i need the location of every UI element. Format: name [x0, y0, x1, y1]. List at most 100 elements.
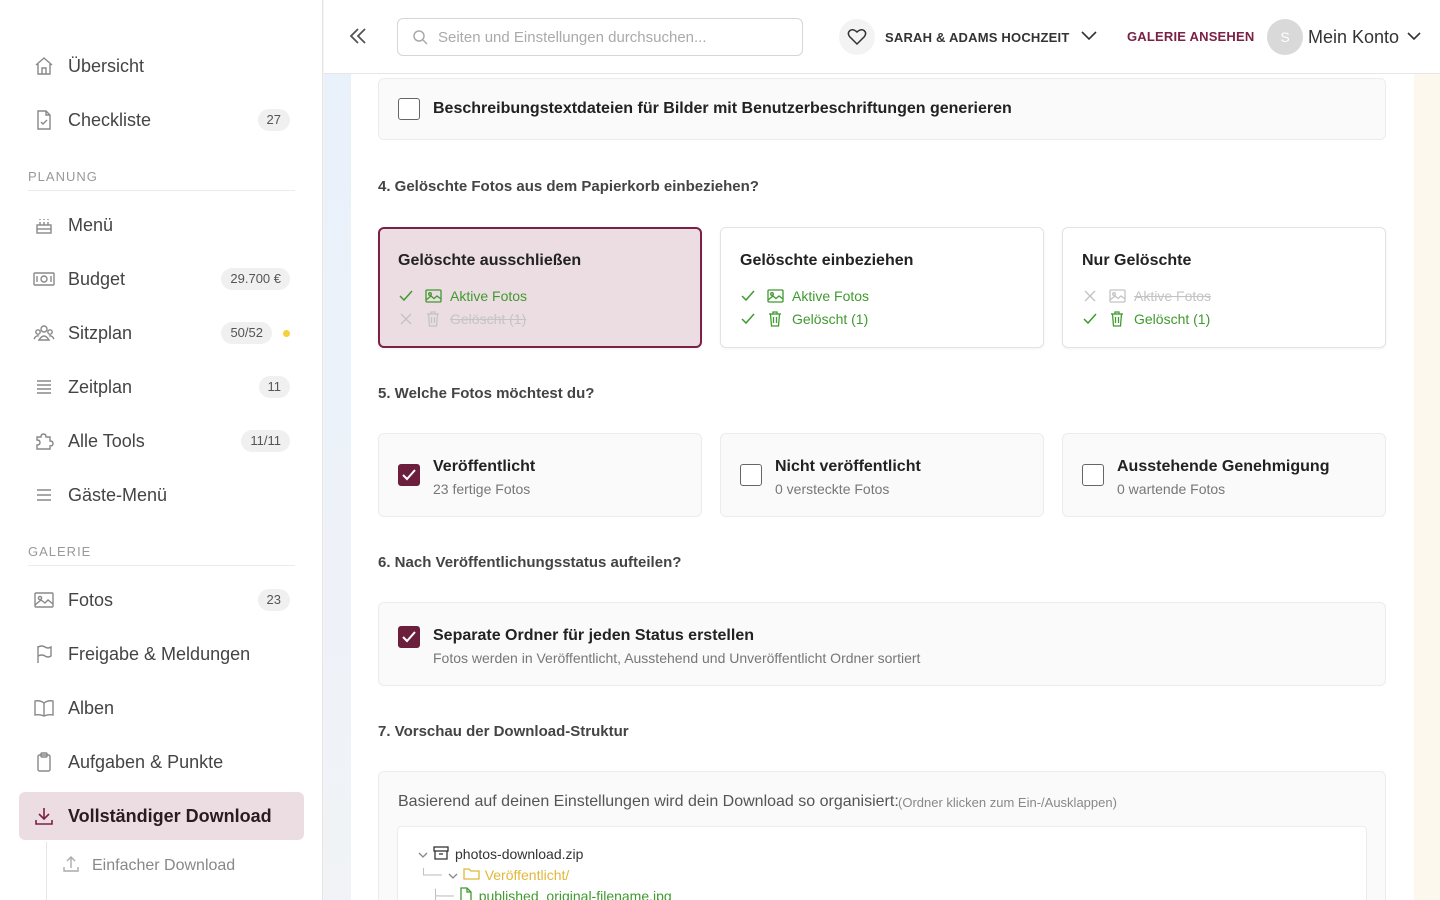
filter-pending[interactable]: Ausstehende Genehmigung 0 wartende Fotos	[1062, 433, 1386, 517]
check-icon	[398, 290, 414, 302]
divider	[28, 190, 295, 191]
sidebar-item-label: Menü	[68, 214, 114, 235]
count-badge: 11/11	[241, 430, 290, 452]
sidebar-item-label: Aufgaben & Punkte	[68, 751, 224, 772]
option-only-deleted[interactable]: Nur Gelöschte Aktive Fotos Gelöscht (1)	[1062, 227, 1386, 348]
tree-label: Veröffentlicht/	[484, 867, 570, 883]
option-exclude-deleted[interactable]: Gelöschte ausschließen Aktive Fotos Gelö…	[378, 227, 702, 348]
tree-file: ├── published_original-filename.jpg	[432, 886, 672, 900]
sidebar-item-alben[interactable]: Alben	[19, 684, 304, 732]
money-icon	[33, 268, 55, 290]
split-by-status-checkbox[interactable]	[398, 626, 420, 648]
sidebar-item-label: Vollständiger Download	[68, 805, 272, 826]
trash-icon	[766, 311, 784, 327]
folder-icon	[463, 867, 480, 883]
row-label: Aktive Fotos	[792, 288, 870, 304]
option-include-deleted[interactable]: Gelöschte einbeziehen Aktive Fotos Gelös…	[720, 227, 1044, 348]
active-photos-row: Aktive Fotos	[398, 286, 527, 306]
sidebar-item-zeitplan[interactable]: Zeitplan 11	[19, 363, 304, 411]
tree-root[interactable]: photos-download.zip	[418, 844, 583, 864]
tree-connector: ├──	[432, 889, 454, 900]
deleted-photos-row: Gelöscht (1)	[740, 309, 868, 329]
sidebar-item-checkliste[interactable]: Checkliste 27	[19, 96, 304, 144]
account-menu[interactable]: S Mein Konto	[1267, 18, 1421, 56]
preview-intro: Basierend auf deinen Einstellungen wird …	[398, 793, 899, 810]
row-label: Gelöscht (1)	[792, 311, 869, 327]
row-label: Gelöscht (1)	[450, 311, 527, 327]
clipboard-icon	[33, 751, 55, 773]
download-icon	[33, 805, 55, 827]
event-selector[interactable]: SARAH & ADAMS HOCHZEIT	[839, 18, 1098, 56]
subnav-line	[46, 842, 47, 900]
checklist-icon	[33, 109, 55, 131]
unpublished-checkbox[interactable]	[740, 464, 762, 486]
option-title: Gelöschte ausschließen	[398, 252, 582, 269]
sidebar-item-label: Checkliste	[68, 109, 152, 130]
chevron-down-icon	[1407, 28, 1421, 46]
sidebar-item-aufgaben[interactable]: Aufgaben & Punkte	[19, 738, 304, 786]
sidebar-item-gaeste-menue[interactable]: Gäste-Menü	[19, 471, 304, 519]
status-dot	[283, 329, 290, 337]
archive-icon	[433, 845, 449, 863]
top-header: SARAH & ADAMS HOCHZEIT GALERIE ANSEHEN S…	[324, 0, 1440, 74]
option-title: Gelöschte einbeziehen	[740, 252, 914, 269]
filter-published[interactable]: Veröffentlicht 23 fertige Fotos	[378, 433, 702, 517]
pending-checkbox[interactable]	[1082, 464, 1104, 486]
close-icon	[1082, 290, 1098, 302]
count-badge: 50/52	[221, 322, 272, 344]
trash-icon	[424, 311, 442, 327]
book-icon	[33, 697, 55, 719]
download-settings-panel: Beschreibungstextdateien für Bilder mit …	[351, 74, 1414, 900]
sidebar-item-fotos[interactable]: Fotos 23	[19, 576, 304, 624]
cake-icon	[33, 214, 55, 236]
sidebar-item-label: Alle Tools	[68, 430, 145, 451]
puzzle-icon	[33, 430, 55, 452]
row-label: Aktive Fotos	[1134, 288, 1212, 304]
users-icon	[33, 322, 55, 344]
active-photos-row: Aktive Fotos	[740, 286, 869, 306]
option-subtitle: 0 versteckte Fotos	[775, 481, 890, 497]
background-panel	[324, 74, 351, 900]
sidebar-item-menue[interactable]: Menü	[19, 201, 304, 249]
question-title: 4. Gelöschte Fotos aus dem Papierkorb ei…	[378, 178, 759, 195]
sidebar-item-budget[interactable]: Budget 29.700 €	[19, 255, 304, 303]
sidebar-item-uebersicht[interactable]: Übersicht	[19, 42, 304, 90]
option-subtitle: 0 wartende Fotos	[1117, 481, 1226, 497]
avatar: S	[1267, 19, 1303, 55]
tree-folder[interactable]: └── Veröffentlicht/	[420, 865, 569, 885]
option-subtitle: 23 fertige Fotos	[433, 481, 531, 497]
search-input[interactable]	[438, 19, 788, 55]
option-title: Separate Ordner für jeden Status erstell…	[433, 627, 754, 644]
chevron-down-icon	[448, 867, 458, 883]
view-gallery-link[interactable]: GALERIE ANSEHEN	[1127, 29, 1254, 44]
sidebar-item-vollstaendiger-download[interactable]: Vollständiger Download	[19, 792, 304, 840]
option-label: Beschreibungstextdateien für Bilder mit …	[433, 100, 1012, 117]
split-by-status-option[interactable]: Separate Ordner für jeden Status erstell…	[378, 602, 1386, 686]
deleted-photos-row: Gelöscht (1)	[1082, 309, 1210, 329]
option-title: Ausstehende Genehmigung	[1117, 458, 1330, 475]
sidebar-item-freigabe[interactable]: Freigabe & Meldungen	[19, 630, 304, 678]
count-badge: 27	[257, 109, 290, 131]
sidebar-item-label: Alben	[68, 697, 115, 718]
sidebar-item-label: Übersicht	[68, 55, 145, 76]
list-icon	[33, 376, 55, 398]
file-icon	[460, 887, 472, 900]
question-title: 7. Vorschau der Download-Struktur	[378, 723, 629, 740]
image-icon	[424, 289, 442, 303]
filter-unpublished[interactable]: Nicht veröffentlicht 0 versteckte Fotos	[720, 433, 1044, 517]
sidebar-item-alle-tools[interactable]: Alle Tools 11/11	[19, 417, 304, 465]
account-label: Mein Konto	[1308, 26, 1400, 47]
option-title: Nicht veröffentlicht	[775, 458, 921, 475]
collapse-sidebar-icon[interactable]	[346, 24, 370, 48]
sidebar-item-sitzplan[interactable]: Sitzplan 50/52	[19, 309, 304, 357]
sidebar-item-label: Sitzplan	[68, 322, 133, 343]
tree-label: photos-download.zip	[455, 846, 584, 862]
home-icon	[33, 55, 55, 77]
image-icon	[1108, 289, 1126, 303]
sidebar-subitem-einfacher-download[interactable]: Einfacher Download	[62, 850, 235, 882]
caption-files-option[interactable]: Beschreibungstextdateien für Bilder mit …	[378, 78, 1386, 140]
background-panel	[1414, 74, 1440, 900]
caption-files-checkbox[interactable]	[398, 98, 420, 120]
sidebar: Übersicht Checkliste 27 PLANUNG Menü Bud…	[0, 0, 323, 900]
published-checkbox[interactable]	[398, 464, 420, 486]
